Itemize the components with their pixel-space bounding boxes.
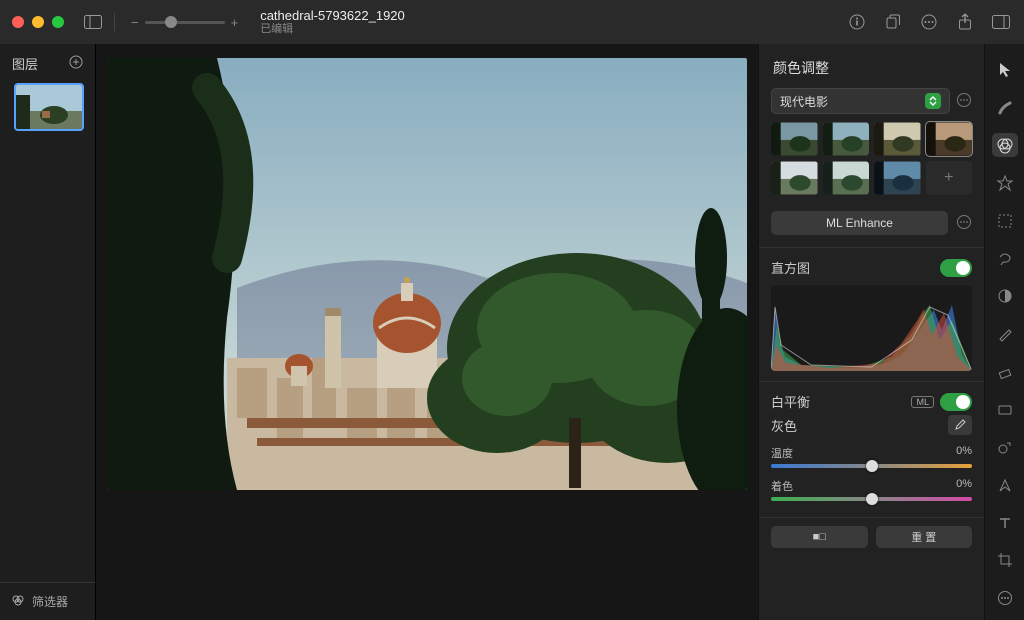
eyedropper-button[interactable] — [948, 415, 972, 435]
slider-thumb[interactable] — [866, 493, 878, 505]
duplicate-icon[interactable] — [882, 11, 904, 33]
zoom-control[interactable]: − + — [131, 15, 238, 30]
pen-tool-icon[interactable] — [992, 473, 1018, 497]
preset-thumb-selected[interactable] — [926, 122, 973, 156]
preset-thumb[interactable] — [771, 122, 818, 156]
crop-tool-icon[interactable] — [992, 549, 1018, 573]
histogram-label: 直方图 — [771, 258, 810, 277]
color-adjust-tool-icon[interactable] — [992, 133, 1018, 157]
ml-chip[interactable]: ML — [911, 396, 934, 408]
clone-tool-icon[interactable] — [992, 435, 1018, 459]
gradient-tool-icon[interactable] — [992, 284, 1018, 308]
edit-status-label: 已编辑 — [260, 23, 405, 36]
preset-thumb[interactable] — [823, 122, 870, 156]
white-balance-toggle[interactable] — [940, 393, 972, 411]
histogram-section: 直方图 — [759, 247, 984, 381]
gray-label: 灰色 — [771, 416, 797, 435]
window-controls — [12, 16, 64, 28]
adjustments-panel: 颜色调整 现代电影 + ML Enhance 直方图 — [758, 44, 984, 620]
inspector-toggle-icon[interactable] — [990, 11, 1012, 33]
more-icon[interactable] — [918, 11, 940, 33]
preset-thumb[interactable] — [823, 161, 870, 195]
zoom-thumb[interactable] — [165, 16, 177, 28]
preset-thumbnails: + — [771, 122, 972, 195]
document-title: cathedral-5793622_1920 已编辑 — [260, 8, 405, 37]
preset-thumb[interactable] — [874, 161, 921, 195]
body: 图层 筛选器 — [0, 44, 1024, 620]
preset-thumb[interactable] — [771, 161, 818, 195]
panel-footer: ■□ 重 置 — [759, 517, 984, 556]
reset-button[interactable]: 重 置 — [876, 526, 973, 548]
minimize-window-button[interactable] — [32, 16, 44, 28]
layers-panel: 图层 筛选器 — [0, 44, 96, 620]
preset-select[interactable]: 现代电影 — [771, 88, 950, 114]
histogram — [771, 285, 972, 371]
maximize-window-button[interactable] — [52, 16, 64, 28]
temperature-value: 0% — [956, 445, 972, 461]
white-balance-section: 白平衡 ML 灰色 温度 0% 着色 0% — [759, 381, 984, 511]
split-compare-button[interactable]: ■□ — [771, 526, 868, 548]
divider — [114, 13, 115, 31]
layers-heading: 图层 — [12, 54, 38, 73]
preset-more-icon[interactable] — [956, 92, 972, 111]
paint-tool-icon[interactable] — [992, 322, 1018, 346]
panel-title: 颜色调整 — [759, 44, 984, 88]
lasso-tool-icon[interactable] — [992, 247, 1018, 271]
tools-sidebar — [984, 44, 1024, 620]
shape-tool-icon[interactable] — [992, 398, 1018, 422]
temperature-row: 温度 0% — [771, 445, 972, 468]
zoom-plus-icon[interactable]: + — [231, 15, 239, 30]
ml-more-icon[interactable] — [956, 214, 972, 233]
tint-value: 0% — [956, 478, 972, 494]
filters-label: 筛选器 — [32, 593, 68, 610]
zoom-slider[interactable] — [145, 21, 225, 24]
sidebar-toggle-icon[interactable] — [82, 11, 104, 33]
more-tools-icon[interactable] — [992, 586, 1018, 610]
marquee-tool-icon[interactable] — [992, 209, 1018, 233]
zoom-minus-icon[interactable]: − — [131, 15, 139, 30]
effects-tool-icon[interactable] — [992, 171, 1018, 195]
temperature-label: 温度 — [771, 445, 793, 461]
canvas-image[interactable] — [107, 58, 747, 490]
add-layer-icon[interactable] — [69, 55, 83, 72]
filters-icon — [12, 594, 24, 609]
eraser-tool-icon[interactable] — [992, 360, 1018, 384]
titlebar-right — [846, 11, 1012, 33]
close-window-button[interactable] — [12, 16, 24, 28]
stepper-icon[interactable] — [925, 93, 941, 109]
layers-header: 图层 — [0, 44, 95, 81]
tint-label: 着色 — [771, 478, 793, 494]
filters-button[interactable]: 筛选器 — [0, 582, 95, 620]
ml-enhance-button[interactable]: ML Enhance — [771, 211, 948, 235]
histogram-toggle[interactable] — [940, 259, 972, 277]
tint-slider[interactable] — [771, 497, 972, 501]
slider-thumb[interactable] — [866, 460, 878, 472]
brush-tool-icon[interactable] — [992, 96, 1018, 120]
arrow-tool-icon[interactable] — [992, 58, 1018, 82]
text-tool-icon[interactable] — [992, 511, 1018, 535]
share-icon[interactable] — [954, 11, 976, 33]
preset-selected-label: 现代电影 — [780, 93, 828, 110]
filename-label: cathedral-5793622_1920 — [260, 8, 405, 24]
white-balance-label: 白平衡 — [771, 392, 810, 411]
preset-thumb[interactable] — [874, 122, 921, 156]
temperature-slider[interactable] — [771, 464, 972, 468]
layer-thumbnail[interactable] — [14, 83, 84, 131]
preset-add-button[interactable]: + — [926, 161, 973, 195]
tint-row: 着色 0% — [771, 478, 972, 501]
titlebar: − + cathedral-5793622_1920 已编辑 — [0, 0, 1024, 44]
canvas-area — [96, 44, 758, 620]
info-icon[interactable] — [846, 11, 868, 33]
